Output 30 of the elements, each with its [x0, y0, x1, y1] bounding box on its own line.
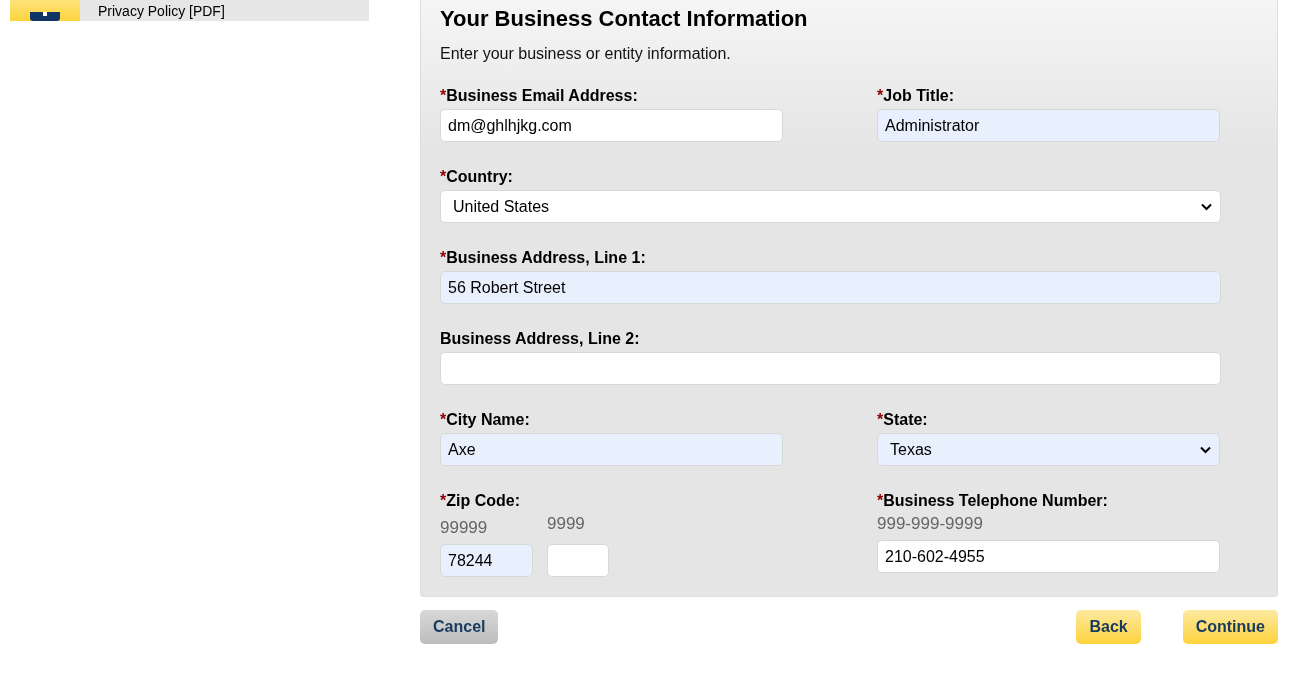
section-title: Your Business Contact Information — [440, 6, 809, 32]
field-label: *Country: — [440, 168, 514, 186]
field-label: *State: — [877, 411, 929, 429]
dropdown[interactable]: United States — [440, 190, 1221, 223]
field-label: *Business Telephone Number: — [877, 492, 1109, 510]
field-label: *Job Title: — [877, 87, 956, 105]
dropdown[interactable]: Texas — [877, 433, 1220, 466]
input-field[interactable]: 210-602-4955 — [877, 540, 1220, 573]
primary-button[interactable]: Back — [1076, 610, 1141, 644]
input-field[interactable]: 78244 — [440, 544, 533, 577]
format-hint: 9999 — [547, 514, 586, 534]
sidebar-link[interactable]: Privacy Policy [PDF] — [10, 0, 369, 21]
field-label: *Zip Code: — [440, 492, 521, 510]
format-hint: 99999 — [440, 518, 489, 538]
input-field[interactable]: Axe — [440, 433, 783, 466]
format-hint: 999-999-9999 — [877, 514, 984, 534]
chevron-down-icon — [1201, 202, 1212, 211]
field-label: *Business Address, Line 1: — [440, 249, 647, 267]
input-field[interactable] — [547, 544, 609, 577]
section-subtitle: Enter your business or entity information. — [440, 45, 732, 63]
input-field[interactable]: 56 Robert Street — [440, 271, 1221, 304]
field-label: *Business Email Address: — [440, 87, 639, 105]
secondary-button[interactable]: Cancel — [420, 610, 499, 644]
field-label: Business Address, Line 2: — [440, 330, 641, 348]
input-field[interactable]: dm@ghlhjkg.com — [440, 109, 783, 142]
primary-button[interactable]: Continue — [1182, 610, 1278, 644]
input-field[interactable] — [440, 352, 1221, 385]
input-field[interactable]: Administrator — [877, 109, 1220, 142]
chevron-down-icon — [1200, 445, 1211, 454]
field-label: *City Name: — [440, 411, 531, 429]
